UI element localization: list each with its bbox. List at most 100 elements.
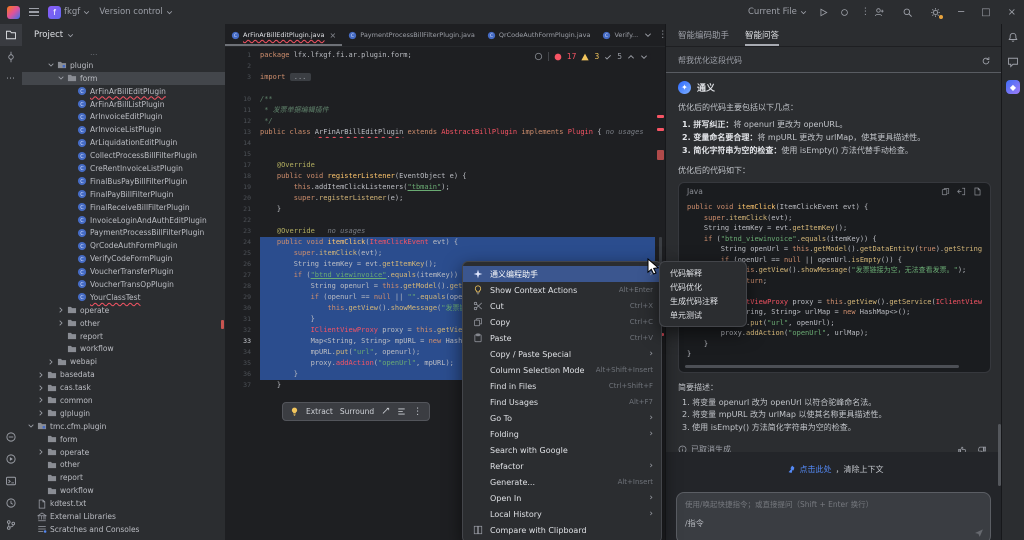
project-widget[interactable]: f fkgf: [48, 6, 90, 19]
history-tool-icon[interactable]: [0, 492, 22, 514]
regenerate-icon[interactable]: [981, 56, 991, 66]
menu-item-paste[interactable]: PasteCtrl+V: [463, 330, 661, 346]
git-branch-icon[interactable]: [0, 514, 22, 536]
tree-item-crerentinvoicelistplugin[interactable]: CCreRentInvoiceListPlugin: [22, 162, 225, 175]
menu-item-copy-paste-special[interactable]: Copy / Paste Special›: [463, 346, 661, 362]
run-icon[interactable]: [819, 8, 828, 17]
notifications-bell-icon[interactable]: [1007, 32, 1019, 44]
chevron-right-icon[interactable]: [36, 448, 45, 456]
menu-item-cut[interactable]: CutCtrl+X: [463, 298, 661, 314]
chevron-down-icon[interactable]: [67, 32, 74, 39]
minimize-button[interactable]: ─: [958, 7, 964, 18]
tree-item-basedata[interactable]: basedata: [22, 368, 225, 381]
tree-item-finalreceivebillfilterplugin[interactable]: CFinalReceiveBillFilterPlugin: [22, 201, 225, 214]
tree-item-invoiceloginandautheditplugin[interactable]: CInvoiceLoginAndAuthEditPlugin: [22, 214, 225, 227]
chevron-right-icon[interactable]: [56, 319, 65, 327]
tree-item-tmc-cfm-plugin[interactable]: tmc.cfm.plugin: [22, 420, 225, 433]
chevron-right-icon[interactable]: [56, 306, 65, 314]
menu-item-search-with-google[interactable]: Search with Google: [463, 442, 661, 458]
services-tool-icon[interactable]: [0, 448, 22, 470]
chevron-right-icon[interactable]: [36, 396, 45, 404]
close-button[interactable]: ×: [1008, 7, 1016, 18]
tab-arfinarbilleditplugin[interactable]: C ArFinArBillEditPlugin.java ×: [225, 24, 342, 46]
tree-item-cas-task[interactable]: cas.task: [22, 381, 225, 394]
tab-coding-assistant[interactable]: 智能编码助手: [678, 29, 729, 46]
send-icon[interactable]: [974, 528, 984, 538]
submenu-item-单元测试[interactable]: 单元测试: [660, 308, 746, 322]
maximize-button[interactable]: □: [981, 7, 990, 18]
tree-item-glplugin[interactable]: glplugin: [22, 407, 225, 420]
tree-item-finalbuspaybillfilterplugin[interactable]: CFinalBusPayBillFilterPlugin: [22, 175, 225, 188]
settings-gear-icon[interactable]: [930, 7, 941, 18]
tree-item-external-libraries[interactable]: External Libraries: [22, 510, 225, 523]
commit-tool-icon[interactable]: [0, 46, 22, 68]
tree-item-arliquidationeditplugin[interactable]: CArLiquidationEditPlugin: [22, 136, 225, 149]
terminal-tool-icon[interactable]: [0, 470, 22, 492]
close-tab-icon[interactable]: ×: [329, 31, 336, 40]
tree-item-vouchertransferplugin[interactable]: CVoucherTransferPlugin: [22, 265, 225, 278]
tree-item-qrcodeauthformplugin[interactable]: CQrCodeAuthFormPlugin: [22, 239, 225, 252]
hidden-tabs-chevron-icon[interactable]: [644, 31, 652, 39]
chevron-right-icon[interactable]: [36, 409, 45, 417]
menu-item-find-in-files[interactable]: Find in FilesCtrl+Shift+F: [463, 378, 661, 394]
tab-smart-chat[interactable]: 智能问答: [745, 29, 779, 46]
vcs-widget[interactable]: Version control: [99, 7, 172, 17]
menu-item-folding[interactable]: Folding›: [463, 426, 661, 442]
tree-item-form[interactable]: form: [22, 72, 225, 85]
submenu-item-代码优化[interactable]: 代码优化: [660, 280, 746, 294]
tree-item-workflow[interactable]: workflow: [22, 484, 225, 497]
chat-input[interactable]: 使用/唤起快捷指令；或直接提问（Shift + Enter 换行） /指令: [676, 492, 991, 540]
extract-button[interactable]: Extract: [306, 407, 333, 416]
add-user-icon[interactable]: [874, 7, 885, 18]
code-horizontal-scrollbar[interactable]: [685, 365, 959, 368]
chevron-right-icon[interactable]: [36, 371, 45, 379]
project-tree[interactable]: …pluginformCArFinArBillEditPluginCArFinA…: [22, 46, 225, 536]
project-tool-icon[interactable]: [0, 24, 22, 46]
main-menu-icon[interactable]: [29, 8, 39, 16]
menu-item-refactor[interactable]: Refactor›: [463, 458, 661, 474]
chevron-down-icon[interactable]: [56, 74, 65, 82]
menu-item-show-context-actions[interactable]: Show Context ActionsAlt+Enter: [463, 282, 661, 298]
chat-scrollbar[interactable]: [998, 424, 1001, 486]
intention-bulb-icon[interactable]: [290, 407, 299, 416]
chevron-right-icon[interactable]: [36, 384, 45, 392]
comment-icon[interactable]: [381, 407, 390, 416]
chevron-down-icon[interactable]: [46, 61, 55, 69]
tree-item-paymentprocessbillfilterplugin[interactable]: CPaymentProcessBillFilterPlugin: [22, 226, 225, 239]
tab-options-icon[interactable]: ⋮: [658, 30, 665, 40]
tree-item-operate[interactable]: operate: [22, 304, 225, 317]
tree-item-workflow[interactable]: workflow: [22, 342, 225, 355]
submenu-item-代码解释[interactable]: 代码解释: [660, 266, 746, 280]
tree-item-collectprocessbillfilterplugin[interactable]: CCollectProcessBillFilterPlugin: [22, 149, 225, 162]
tree-item-verifycodeformplugin[interactable]: CVerifyCodeFormPlugin: [22, 252, 225, 265]
menu-item-generate[interactable]: Generate...Alt+Insert: [463, 474, 661, 490]
reformat-icon[interactable]: [397, 407, 406, 416]
tree-item-operate[interactable]: operate: [22, 446, 225, 459]
chevron-down-icon[interactable]: [26, 422, 35, 430]
tab-qrcodeauthformplugin[interactable]: C QrCodeAuthFormPlugin.java: [481, 24, 597, 46]
tree-item-finalpaybillfilterplugin[interactable]: CFinalPayBillFilterPlugin: [22, 188, 225, 201]
menu-item-通义编程助手[interactable]: 通义编程助手›: [463, 266, 661, 282]
menu-item-go-to[interactable]: Go To›: [463, 410, 661, 426]
tree-item-report[interactable]: report: [22, 471, 225, 484]
run-configuration-widget[interactable]: Current File: [748, 7, 807, 17]
tree-item-arinvoicelistplugin[interactable]: CArInvoiceListPlugin: [22, 123, 225, 136]
chevron-right-icon[interactable]: [46, 358, 55, 366]
tree-item-vouchertransopplugin[interactable]: CVoucherTransOpPlugin: [22, 278, 225, 291]
tab-verify[interactable]: C Verify...: [596, 24, 644, 46]
tree-item-arinvoiceeditplugin[interactable]: CArInvoiceEditPlugin: [22, 110, 225, 123]
search-icon[interactable]: [902, 7, 913, 18]
toolbar-more-icon[interactable]: ⋮: [413, 407, 422, 417]
tree-item-item[interactable]: …: [22, 46, 225, 59]
tree-item-plugin[interactable]: plugin: [22, 59, 225, 72]
more-tools-icon[interactable]: ⋯: [0, 68, 22, 90]
copy-code-icon[interactable]: [941, 187, 950, 196]
tree-item-arfinarbilleditplugin[interactable]: CArFinArBillEditPlugin: [22, 85, 225, 98]
menu-item-column-selection-mode[interactable]: Column Selection ModeAlt+Shift+Insert: [463, 362, 661, 378]
more-actions-icon[interactable]: ⋮: [861, 7, 870, 17]
insert-code-icon[interactable]: [957, 187, 966, 196]
tab-paymentprocessbillfilterplugin[interactable]: C PaymentProcessBillFilterPlugin.java: [342, 24, 481, 46]
menu-item-find-usages[interactable]: Find UsagesAlt+F7: [463, 394, 661, 410]
lingma-plugin-icon[interactable]: ◆: [1006, 80, 1020, 94]
tree-item-report[interactable]: report: [22, 330, 225, 343]
